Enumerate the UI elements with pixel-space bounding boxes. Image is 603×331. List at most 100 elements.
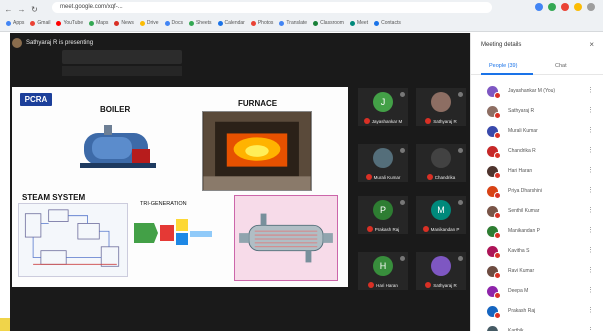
more-vert-icon[interactable]: ⋮ [587, 227, 594, 234]
bookmark-item[interactable]: Calendar [217, 20, 245, 26]
more-vert-icon[interactable]: ⋮ [587, 287, 594, 294]
bookmark-item[interactable]: Maps [89, 20, 108, 26]
list-item[interactable]: Ravi Kumar ⋮ [471, 261, 603, 281]
participant-name-row: Prakash Raj [358, 226, 408, 232]
participant-name: Jayashankar M (You) [508, 88, 556, 94]
participant-name: Prakash Raj [508, 308, 536, 314]
more-vert-icon[interactable]: ⋮ [587, 187, 594, 194]
extension-icon[interactable] [535, 3, 543, 11]
participant-tile[interactable]: Sathyaraj R [416, 88, 466, 126]
more-options-icon[interactable] [400, 92, 405, 97]
more-options-icon[interactable] [400, 148, 405, 153]
tab-chat[interactable]: Chat [555, 63, 567, 69]
bookmark-item[interactable]: Sheets [188, 20, 212, 26]
more-options-icon[interactable] [400, 200, 405, 205]
more-vert-icon[interactable]: ⋮ [587, 87, 594, 94]
back-button[interactable]: ← [4, 5, 13, 14]
mic-off-icon [494, 211, 501, 219]
avatar [487, 265, 501, 279]
participant-tile[interactable]: M Manikandan P [416, 196, 466, 234]
list-item[interactable]: Murali Kumar ⋮ [471, 121, 603, 141]
list-item[interactable]: Kavitha S ⋮ [471, 241, 603, 261]
list-item[interactable]: Manikandan P ⋮ [471, 221, 603, 241]
more-vert-icon[interactable]: ⋮ [587, 247, 594, 254]
list-item[interactable]: Priya Dharshini ⋮ [471, 181, 603, 201]
mic-off-icon [494, 271, 501, 279]
extension-icon[interactable] [574, 3, 582, 11]
more-vert-icon[interactable]: ⋮ [587, 207, 594, 214]
more-options-icon[interactable] [458, 256, 463, 261]
list-item[interactable]: Karthik ⋮ [471, 321, 603, 331]
list-item[interactable]: Chandrika R ⋮ [471, 141, 603, 161]
bookmark-favicon-icon [250, 20, 256, 26]
people-panel: Meeting details × People (39) Chat Jayas… [470, 33, 603, 331]
participant-tile[interactable]: J Jayashankar M [358, 88, 408, 126]
bookmark-item[interactable]: Meet [349, 20, 369, 26]
participant-name: Chandrika [434, 174, 456, 180]
bookmark-item[interactable]: YouTube [56, 20, 83, 26]
mic-off-icon [425, 118, 432, 124]
more-options-icon[interactable] [458, 200, 463, 205]
participant-avatar [431, 256, 451, 276]
bookmark-favicon-icon [30, 20, 36, 26]
bookmark-item[interactable]: Photos [250, 20, 273, 26]
participant-name: Sathyaraj R [433, 118, 457, 124]
bookmark-item[interactable]: Contacts [374, 20, 401, 26]
bookmark-item[interactable]: Apps [6, 20, 24, 26]
more-options-icon[interactable] [458, 92, 463, 97]
list-item[interactable]: Jayashankar M (You) ⋮ [471, 81, 603, 101]
participant-avatar [431, 148, 451, 168]
bookmark-item[interactable]: Docs [164, 20, 183, 26]
participant-name: Chandrika R [508, 148, 536, 154]
participant-tile[interactable]: H Hari Haran [358, 252, 408, 290]
extension-icon[interactable] [561, 3, 569, 11]
bookmark-label: Meet [356, 20, 369, 26]
bookmark-item[interactable]: Translate [279, 20, 307, 26]
forward-button[interactable]: → [17, 5, 26, 14]
bookmark-label: Drive [146, 20, 159, 26]
presenting-label: Sathyaraj R is presenting [26, 40, 94, 46]
mic-off-icon [425, 282, 432, 288]
bookmark-label: YouTube [63, 20, 84, 26]
extension-icon[interactable] [548, 3, 556, 11]
reload-button[interactable]: ↻ [30, 5, 39, 14]
participant-name: Hari Haran [376, 282, 398, 288]
more-vert-icon[interactable]: ⋮ [587, 127, 594, 134]
tab-people[interactable]: People (39) [489, 63, 517, 69]
participant-name: Ravi Kumar [508, 268, 535, 274]
more-vert-icon[interactable]: ⋮ [587, 327, 594, 331]
participant-avatar [373, 148, 393, 168]
presentation-toolbar[interactable] [62, 50, 182, 64]
more-vert-icon[interactable]: ⋮ [587, 167, 594, 174]
list-item[interactable]: Prakash Raj ⋮ [471, 301, 603, 321]
bookmark-favicon-icon [6, 20, 11, 26]
more-options-icon[interactable] [400, 256, 405, 261]
bookmark-item[interactable]: Gmail [30, 20, 50, 26]
extension-icon[interactable] [587, 3, 595, 11]
participant-name-row: Jayashankar M [358, 118, 408, 124]
furnace-title: FURNACE [238, 99, 278, 108]
pcra-logo: PCRA [20, 93, 52, 106]
bookmark-item[interactable]: Drive [139, 20, 159, 26]
participant-tile[interactable]: Chandrika [416, 144, 466, 182]
furnace-image [202, 111, 312, 191]
address-bar[interactable]: meet.google.com/xqf-... [52, 2, 492, 13]
participant-tile[interactable]: Sathyaraj R [416, 252, 466, 290]
list-item[interactable]: Sathyaraj R ⋮ [471, 101, 603, 121]
more-vert-icon[interactable]: ⋮ [587, 267, 594, 274]
participant-name-row: Hari Haran [358, 282, 408, 288]
close-panel-button[interactable]: × [589, 40, 594, 49]
more-vert-icon[interactable]: ⋮ [587, 307, 594, 314]
bookmark-item[interactable]: News [114, 20, 134, 26]
avatar [487, 125, 501, 139]
list-item[interactable]: Senthil Kumar ⋮ [471, 201, 603, 221]
more-options-icon[interactable] [458, 148, 463, 153]
list-item[interactable]: Hari Haran ⋮ [471, 161, 603, 181]
more-vert-icon[interactable]: ⋮ [587, 147, 594, 154]
mic-off-icon [494, 91, 501, 99]
participant-tile[interactable]: Murali Kumar [358, 144, 408, 182]
bookmark-item[interactable]: Classroom [313, 20, 344, 26]
more-vert-icon[interactable]: ⋮ [587, 107, 594, 114]
participant-tile[interactable]: P Prakash Raj [358, 196, 408, 234]
list-item[interactable]: Deepa M ⋮ [471, 281, 603, 301]
